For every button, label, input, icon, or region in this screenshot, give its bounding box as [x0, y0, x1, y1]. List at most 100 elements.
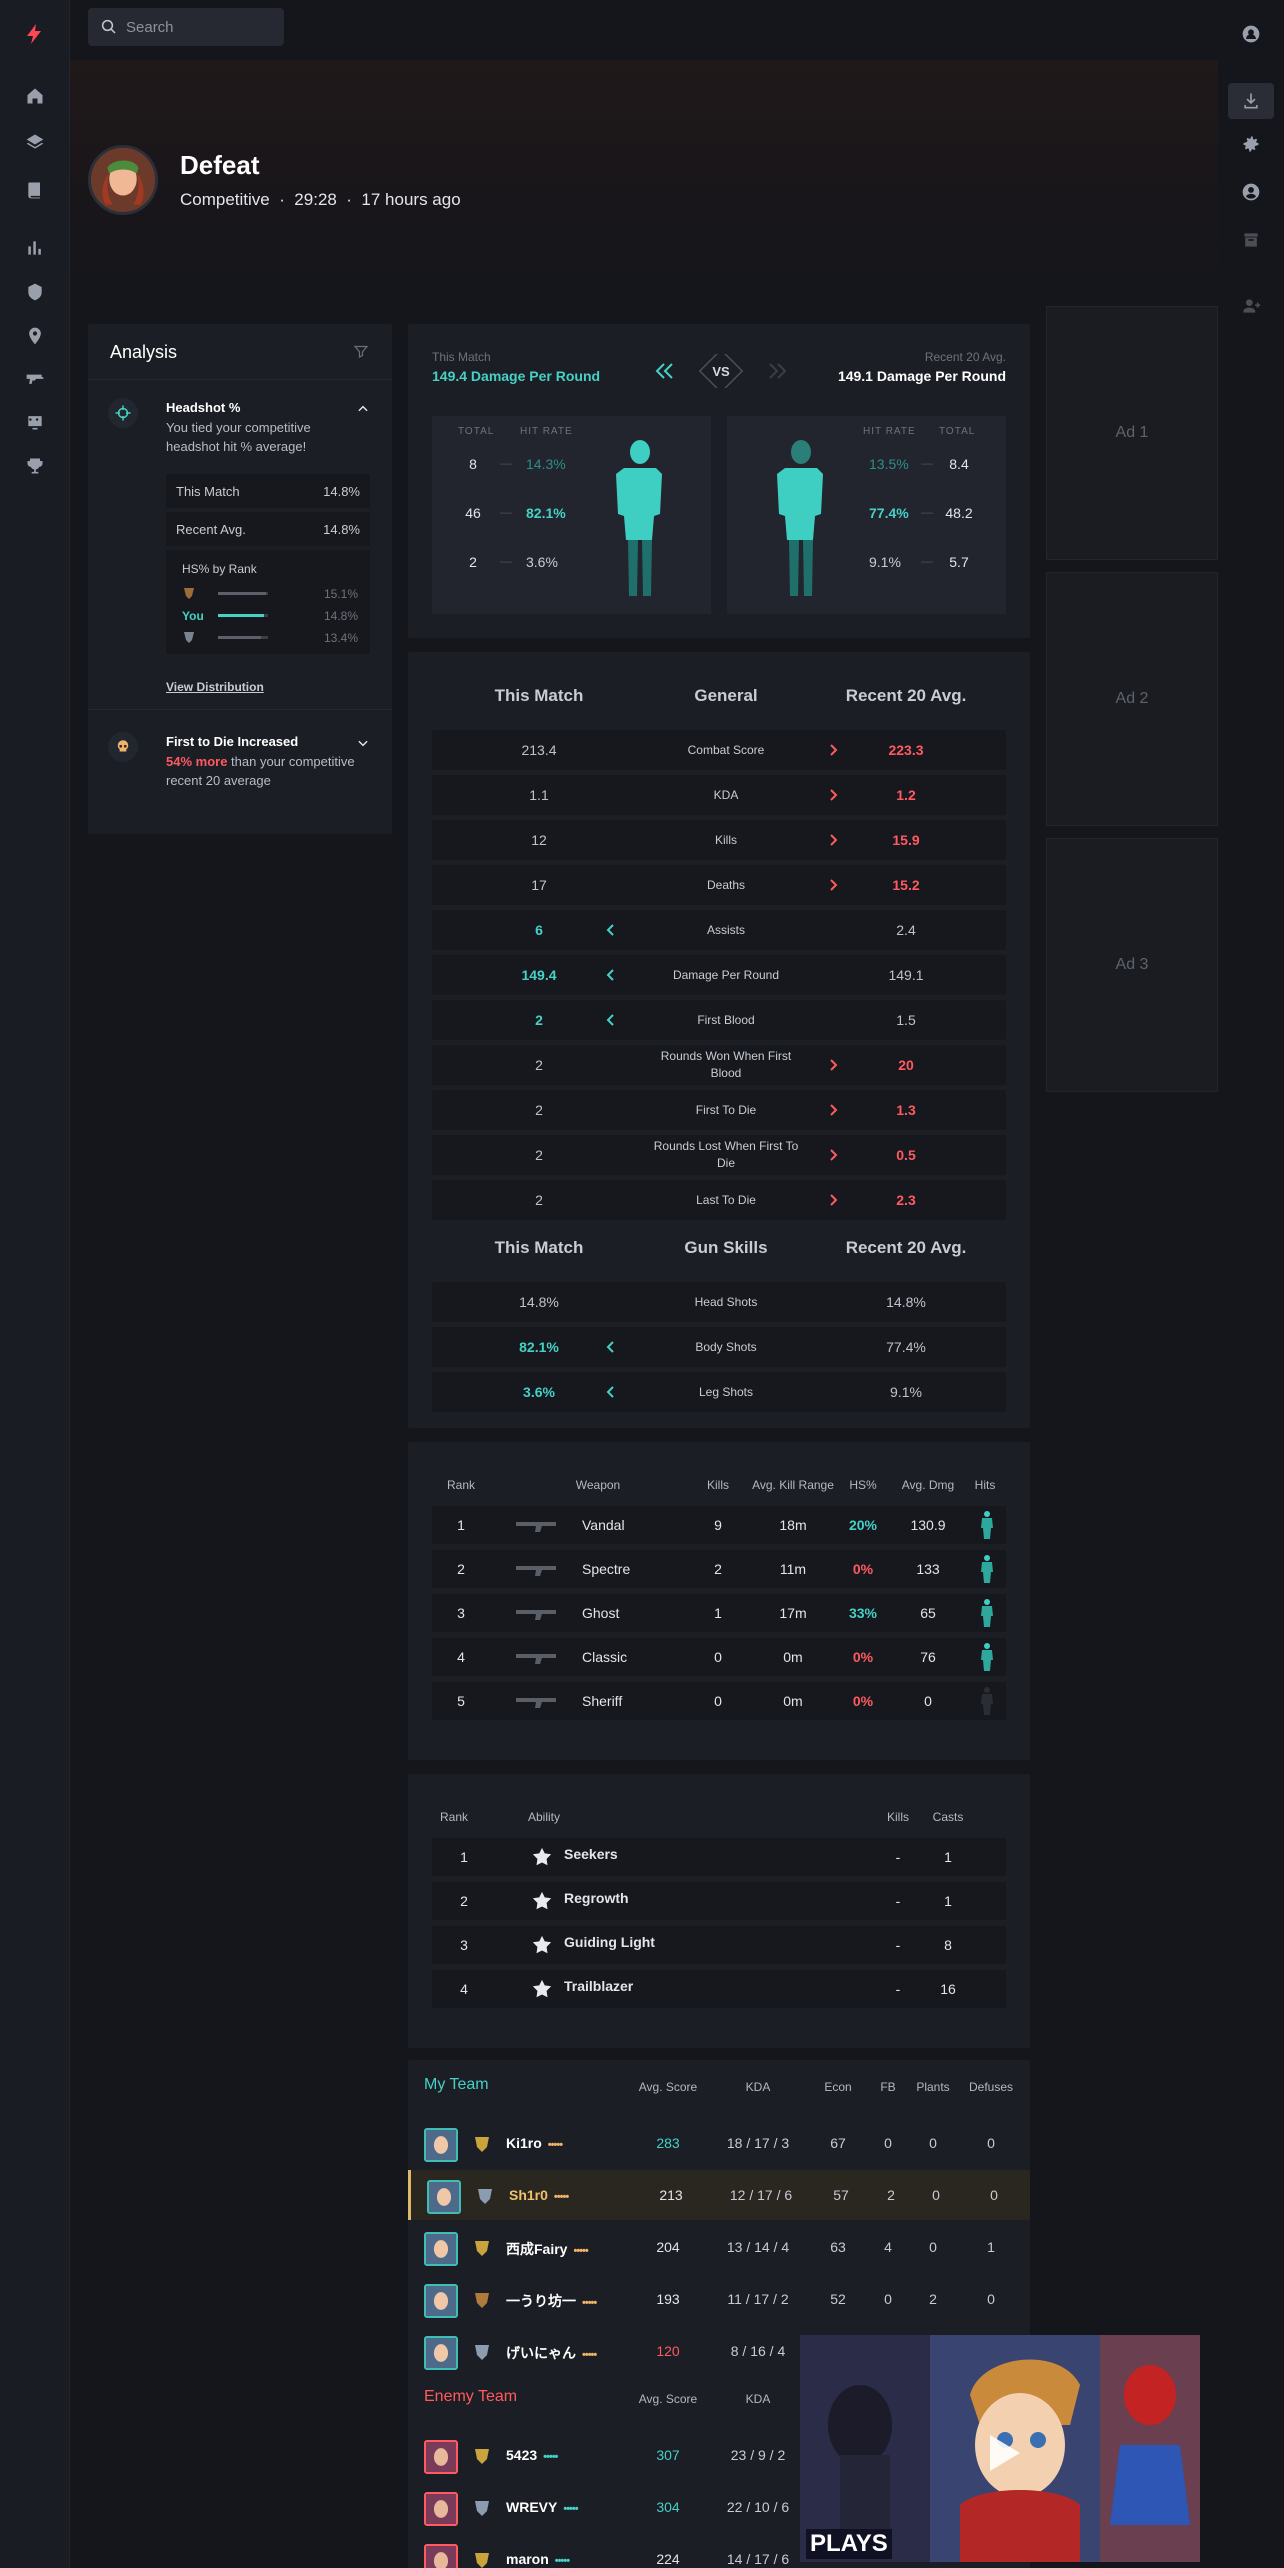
enemy-team-title: Enemy Team	[424, 2388, 518, 2405]
view-distribution-link[interactable]: View Distribution	[166, 680, 264, 694]
filter-icon[interactable]	[352, 342, 370, 360]
weapon-name: Ghost	[582, 1605, 620, 1621]
player-row[interactable]: Sh1r0 ••••• 213 12 / 17 / 6 57 2 0 0	[408, 2170, 1030, 2220]
player-plants: 0	[929, 2135, 937, 2151]
rank-badge-icon	[182, 630, 196, 644]
body-figure-right	[777, 440, 823, 596]
download-icon[interactable]	[1228, 83, 1274, 119]
layers-icon[interactable]	[23, 130, 47, 154]
this-match-body-card: TOTAL HIT RATE 8—14.3% 46—82.1% 2—3.6%	[432, 416, 711, 614]
ad-slot-2[interactable]: Ad 2	[1046, 572, 1218, 826]
chevron-up-icon[interactable]	[356, 402, 370, 416]
weapon-kills: 0	[714, 1649, 722, 1665]
player-avatar	[424, 2128, 458, 2162]
weapon-hs: 33%	[848, 1605, 878, 1621]
player-defuses: 0	[987, 2291, 995, 2307]
ability-row[interactable]: 4 Trailblazer - 16	[432, 1970, 1006, 2008]
stat-label: Rounds Lost When First To Die	[653, 1139, 799, 1170]
left-rate: 82.1%	[526, 505, 566, 521]
stat-label: Body Shots	[695, 1339, 757, 1354]
weapon-row[interactable]: 2 Spectre 2 11m 0% 133	[432, 1550, 1006, 1588]
map-pin-icon[interactable]	[23, 324, 47, 348]
ad-slot-1[interactable]: Ad 1	[1046, 306, 1218, 560]
home-icon[interactable]	[23, 84, 47, 108]
book-icon[interactable]	[23, 178, 47, 202]
right-dash: —	[921, 554, 933, 568]
enemy-col-header: KDA	[745, 2392, 771, 2406]
stat-label: Combat Score	[687, 742, 765, 757]
stat-row: 3.6% Leg Shots 9.1%	[432, 1372, 1006, 1412]
weapon-image	[512, 1694, 572, 1708]
right-rate: 9.1%	[869, 554, 901, 570]
weapon-range: 0m	[783, 1693, 803, 1709]
stat-recent: 149.1	[888, 967, 924, 983]
weapon-kills: 9	[714, 1517, 722, 1533]
hits-figure-icon	[980, 1554, 994, 1584]
player-row[interactable]: Ki1ro ••••• 283 18 / 17 / 3 67 0 0 0	[408, 2118, 1030, 2168]
buddy-icon[interactable]	[23, 410, 47, 434]
weapon-dmg: 130.9	[910, 1517, 946, 1533]
left-dash: —	[500, 456, 512, 470]
damage-comparison-panel: This Match 149.4 Damage Per Round VS Rec…	[408, 324, 1030, 638]
weapon-kills: 1	[714, 1605, 722, 1621]
weapon-hs: 0%	[852, 1561, 874, 1577]
arrow-right-icon	[826, 1102, 842, 1118]
ability-col-header: Kills	[886, 1810, 909, 1824]
ability-row[interactable]: 1 Seekers - 1	[432, 1838, 1006, 1876]
cmp-left-label: This Match	[432, 350, 491, 364]
add-friend-icon[interactable]	[1239, 294, 1263, 318]
video-ad[interactable]: PLAYS	[800, 2335, 1200, 2562]
weapon-hs: 0%	[852, 1649, 874, 1665]
gun-icon[interactable]	[23, 366, 47, 390]
weapon-row[interactable]: 4 Classic 0 0m 0% 76	[432, 1638, 1006, 1676]
ability-icon	[530, 1890, 554, 1914]
player-plants: 2	[929, 2291, 937, 2307]
headshot-title: Headshot %	[166, 400, 241, 415]
agent-icon[interactable]	[23, 280, 47, 304]
player-avatar	[424, 2544, 458, 2568]
arrow-left-icon	[602, 1384, 618, 1400]
match-result: Defeat	[180, 150, 260, 180]
left-total: 2	[469, 554, 477, 570]
player-avatar	[424, 2232, 458, 2266]
ad-slot-3[interactable]: Ad 3	[1046, 838, 1218, 1092]
search-input[interactable]	[126, 18, 276, 36]
stat-recent: 9.1%	[890, 1384, 922, 1400]
weapon-name: Sheriff	[582, 1693, 623, 1709]
weapon-kills: 0	[714, 1693, 722, 1709]
stats-icon[interactable]	[23, 236, 47, 260]
chevron-down-icon[interactable]	[356, 736, 370, 750]
gear-icon[interactable]	[1239, 132, 1263, 156]
ability-kills: -	[895, 1849, 901, 1865]
weapon-rank: 4	[457, 1649, 465, 1665]
level-dots: •••••	[547, 2139, 563, 2151]
weapon-row[interactable]: 1 Vandal 9 18m 20% 130.9	[432, 1506, 1006, 1544]
player-row[interactable]: 一うり坊一 ••••• 193 11 / 17 / 2 52 0 2 0	[408, 2274, 1030, 2324]
trophy-icon[interactable]	[23, 454, 47, 478]
ability-row[interactable]: 2 Regrowth - 1	[432, 1882, 1006, 1920]
search-box[interactable]	[88, 8, 284, 46]
player-fb: 0	[884, 2291, 892, 2307]
weapon-row[interactable]: 5 Sheriff 0 0m 0% 0	[432, 1682, 1006, 1720]
player-score: 224	[656, 2551, 680, 2567]
player-score: 193	[656, 2291, 680, 2307]
player-score: 283	[656, 2135, 680, 2151]
weapon-dmg: 65	[920, 1605, 936, 1621]
cmp-left-value: 149.4 Damage Per Round	[432, 368, 601, 384]
left-rate: 14.3%	[526, 456, 566, 472]
logo-icon[interactable]	[23, 22, 47, 46]
arrow-left-icon	[602, 1339, 618, 1355]
weapon-row[interactable]: 3 Ghost 1 17m 33% 65	[432, 1594, 1006, 1632]
ability-row[interactable]: 3 Guiding Light - 8	[432, 1926, 1006, 1964]
ability-rank: 3	[460, 1937, 468, 1953]
top-bar	[70, 0, 1218, 60]
rank-icon	[472, 2134, 492, 2154]
player-kda: 23 / 9 / 2	[730, 2447, 786, 2463]
rank-icon	[472, 2342, 492, 2362]
user-icon[interactable]	[1239, 22, 1263, 46]
level-dots: •••••	[553, 2191, 569, 2203]
profile-icon[interactable]	[1239, 180, 1263, 204]
archive-icon[interactable]	[1239, 228, 1263, 252]
hits-figure-icon	[980, 1642, 994, 1672]
player-row[interactable]: 西成Fairy ••••• 204 13 / 14 / 4 63 4 0 1	[408, 2222, 1030, 2272]
